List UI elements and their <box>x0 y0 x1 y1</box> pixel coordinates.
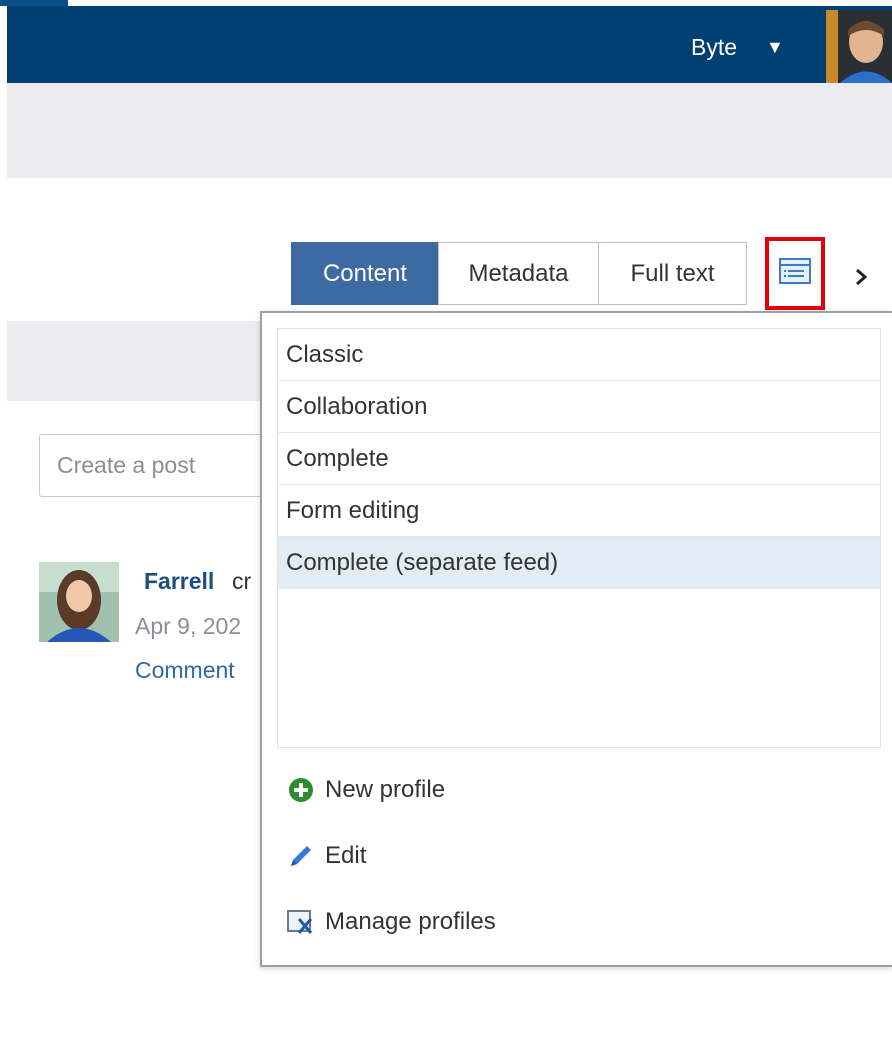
tab-content[interactable]: Content <box>291 242 439 305</box>
profile-item-classic[interactable]: Classic <box>278 329 880 381</box>
profile-item-complete-separate-feed[interactable]: Complete (separate feed) <box>278 537 880 589</box>
post-author-avatar[interactable] <box>39 562 119 642</box>
edit-button[interactable]: Edit <box>287 841 366 871</box>
post-date: Apr 9, 202 <box>135 613 242 639</box>
create-post-placeholder: Create a post <box>57 452 196 478</box>
tab-full-text[interactable]: Full text <box>598 242 747 305</box>
profile-list: Classic Collaboration Complete Form edit… <box>277 328 881 748</box>
profile-item-collaboration[interactable]: Collaboration <box>278 381 880 433</box>
manage-profiles-label: Manage profiles <box>325 908 496 935</box>
post-action-text: cr <box>232 568 252 594</box>
user-name[interactable]: Byte <box>691 33 737 61</box>
pencil-icon <box>287 842 315 870</box>
chevron-down-icon[interactable]: ▼ <box>766 37 784 57</box>
user-avatar[interactable] <box>826 10 892 83</box>
plus-circle-icon <box>287 776 315 804</box>
comment-link[interactable]: Comment <box>135 656 235 684</box>
post-author-name[interactable]: Farrell <box>144 567 214 595</box>
top-header <box>7 6 892 83</box>
edit-label: Edit <box>325 842 367 869</box>
feed-header-strip <box>7 321 267 401</box>
chevron-right-icon[interactable] <box>848 262 874 292</box>
view-profile-icon <box>779 258 811 289</box>
toolbar-strip <box>7 83 892 178</box>
new-profile-button[interactable]: New profile <box>287 775 445 805</box>
manage-profiles-button[interactable]: Manage profiles <box>287 907 496 937</box>
profile-item-form-editing[interactable]: Form editing <box>278 485 880 537</box>
profile-item-complete[interactable]: Complete <box>278 433 880 485</box>
new-profile-label: New profile <box>325 776 446 803</box>
view-profile-button[interactable] <box>765 237 825 310</box>
manage-profiles-icon <box>287 908 315 936</box>
tab-metadata[interactable]: Metadata <box>438 242 599 305</box>
